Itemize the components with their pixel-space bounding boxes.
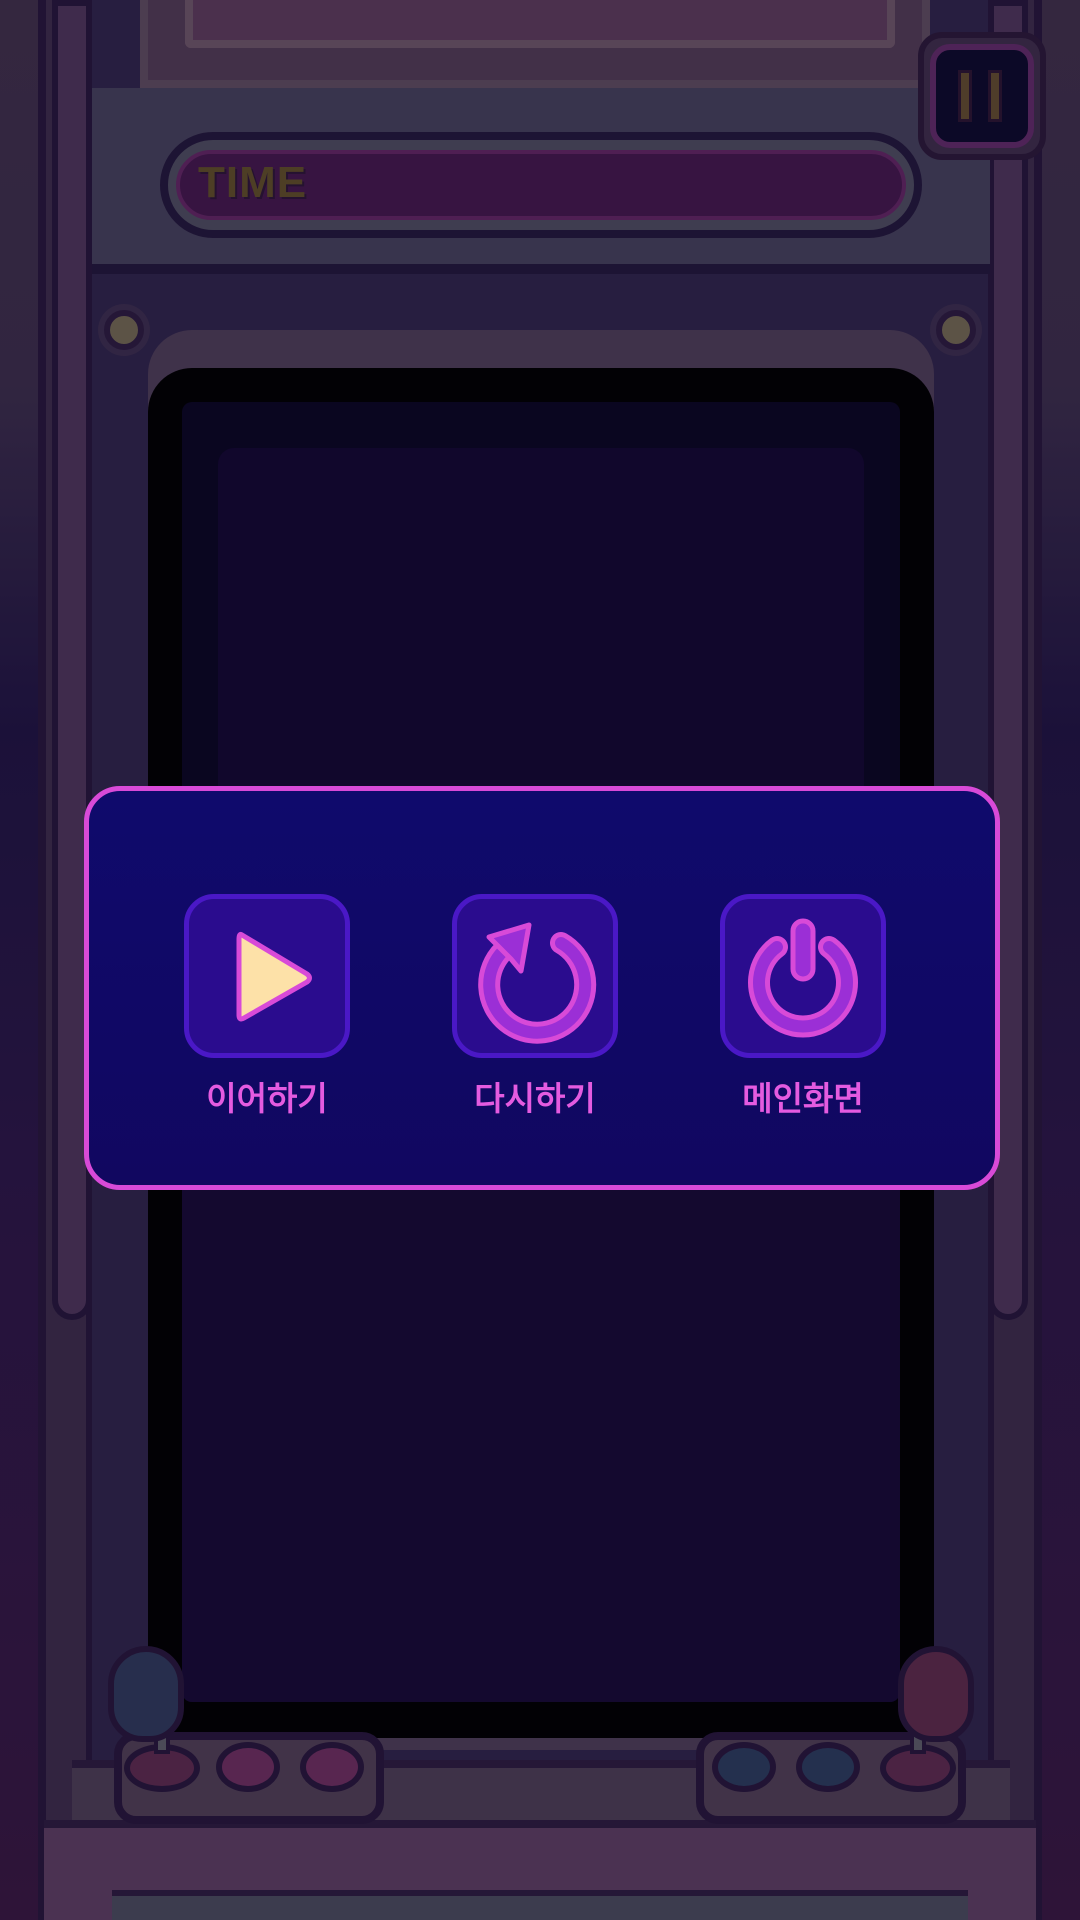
restart-icon-box[interactable] bbox=[452, 894, 618, 1058]
continue-label: 이어하기 bbox=[206, 1079, 328, 1118]
restart-label: 다시하기 bbox=[474, 1079, 596, 1118]
main-menu-icon-box[interactable] bbox=[720, 894, 886, 1058]
restart-icon bbox=[478, 922, 597, 1044]
restart-button[interactable]: 다시하기 bbox=[452, 894, 618, 1120]
main-menu-label: 메인화면 bbox=[742, 1079, 864, 1118]
continue-button[interactable]: 이어하기 bbox=[184, 894, 350, 1120]
continue-icon-box[interactable] bbox=[184, 894, 350, 1058]
play-icon bbox=[236, 932, 312, 1022]
main-menu-button[interactable]: 메인화면 bbox=[720, 894, 886, 1120]
power-icon bbox=[748, 918, 858, 1038]
